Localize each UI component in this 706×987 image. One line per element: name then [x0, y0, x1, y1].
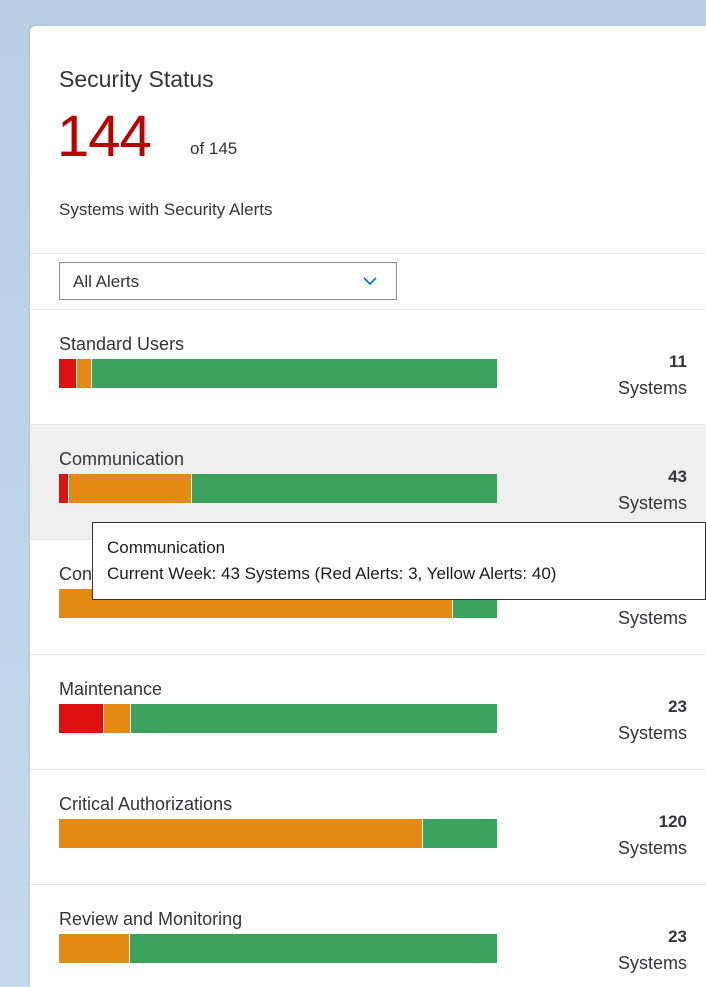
- system-count: 23: [668, 697, 687, 716]
- category-label: Review and Monitoring: [59, 909, 243, 929]
- tooltip-text: Current Week: 43 Systems (Red Alerts: 3,…: [107, 564, 557, 583]
- category-row[interactable]: Review and Monitoring 23 Systems: [30, 885, 706, 987]
- alert-distribution-bar[interactable]: [59, 474, 497, 503]
- category-row[interactable]: Maintenance 23 Systems: [30, 655, 706, 770]
- kpi-total-text: of 145: [190, 139, 238, 158]
- system-count: 23: [668, 927, 687, 946]
- system-count-unit: Systems: [617, 608, 687, 628]
- kpi-value: 144: [57, 104, 152, 169]
- system-count: 11: [669, 352, 687, 371]
- chevron-down-icon[interactable]: [362, 273, 378, 289]
- category-row[interactable]: Critical Authorizations 120 Systems: [30, 770, 706, 885]
- system-count-unit: Systems: [617, 838, 687, 858]
- system-count-unit: Systems: [617, 493, 687, 513]
- tooltip-title: Communication: [107, 538, 226, 557]
- green-alert-segment[interactable]: [128, 934, 497, 963]
- system-count-unit: Systems: [617, 723, 687, 743]
- red-alert-segment[interactable]: [59, 359, 77, 388]
- system-count-unit: Systems: [617, 378, 687, 398]
- system-count: 120: [658, 812, 687, 831]
- card-subtitle: Systems with Security Alerts: [59, 200, 273, 219]
- alert-distribution-bar[interactable]: [59, 934, 497, 963]
- system-count-unit: Systems: [617, 953, 687, 973]
- system-count: 43: [668, 467, 687, 486]
- alert-filter-select[interactable]: All Alerts: [59, 262, 397, 300]
- category-label: Standard Users: [59, 334, 185, 354]
- kpi-total: of 145: [185, 139, 237, 159]
- red-alert-segment[interactable]: [59, 704, 103, 733]
- card-title: Security Status: [59, 66, 214, 92]
- green-alert-segment[interactable]: [129, 704, 497, 733]
- header-divider: [30, 253, 706, 254]
- yellow-alert-segment[interactable]: [67, 474, 191, 503]
- red-alert-segment[interactable]: [59, 474, 68, 503]
- green-alert-segment[interactable]: [90, 359, 497, 388]
- yellow-alert-segment[interactable]: [76, 359, 91, 388]
- green-alert-segment[interactable]: [421, 819, 497, 848]
- category-label: Maintenance: [59, 679, 163, 699]
- alert-distribution-bar[interactable]: [59, 704, 497, 733]
- alert-distribution-bar[interactable]: [59, 819, 497, 848]
- category-label: Communication: [59, 449, 185, 469]
- category-row[interactable]: Standard Users 11 Systems: [30, 310, 706, 425]
- category-label: Critical Authorizations: [59, 794, 233, 814]
- green-alert-segment[interactable]: [190, 474, 497, 503]
- bar-tooltip: Communication Current Week: 43 Systems (…: [92, 522, 706, 600]
- yellow-alert-segment[interactable]: [59, 819, 422, 848]
- alert-filter-value: All Alerts: [73, 272, 140, 291]
- yellow-alert-segment[interactable]: [59, 934, 129, 963]
- yellow-alert-segment[interactable]: [102, 704, 130, 733]
- security-status-card[interactable]: Security Status 144 of 145 Systems with …: [30, 26, 706, 987]
- alert-distribution-bar[interactable]: [59, 359, 497, 388]
